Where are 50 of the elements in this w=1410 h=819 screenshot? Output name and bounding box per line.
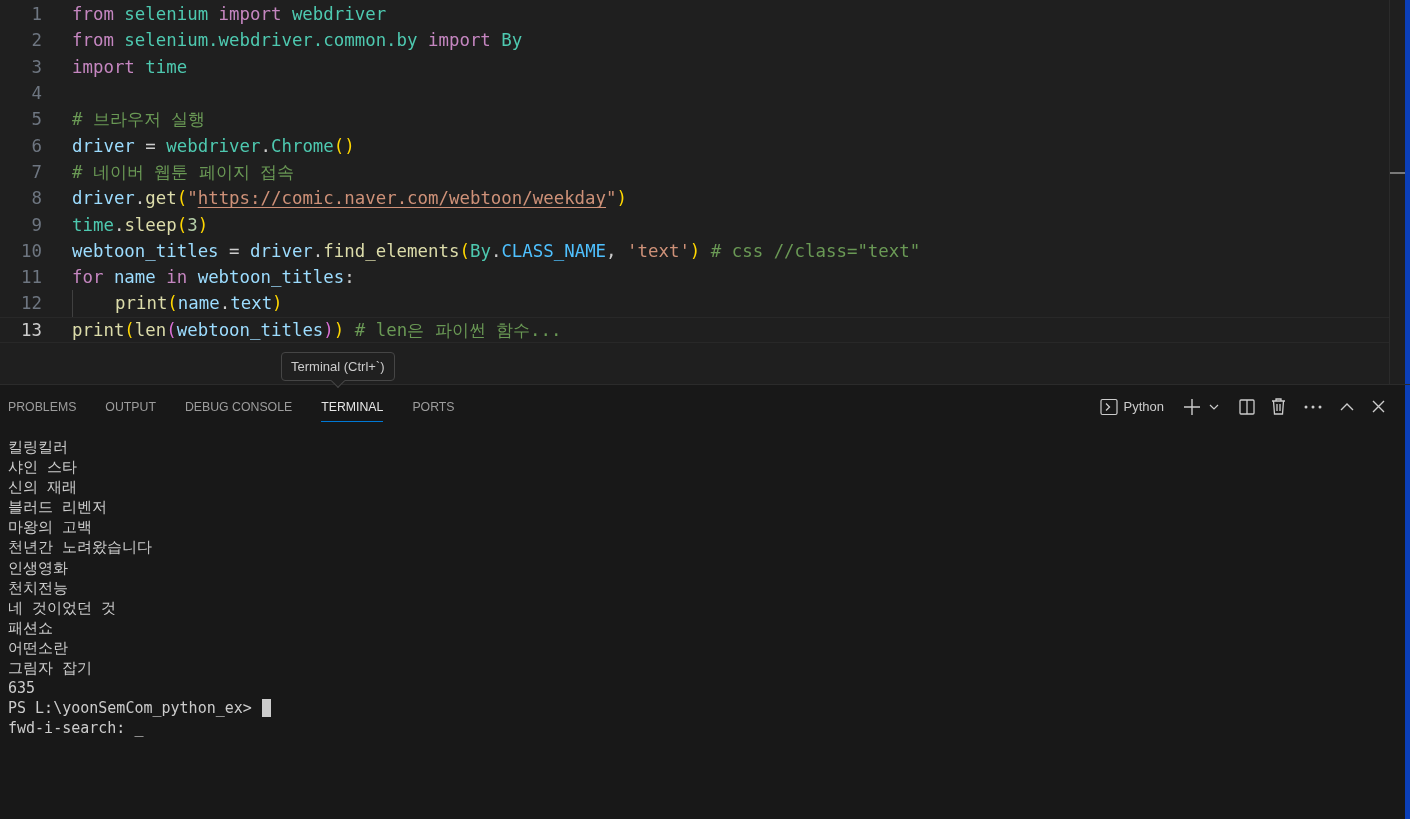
code-line: webtoon_titles = driver.find_elements(By.CLASS_NAME, 'text') # css //class="text" [72, 239, 921, 263]
code-line: # 브라우저 실행 [72, 108, 206, 132]
line-number: 6 [30, 135, 42, 156]
terminal-search-line: fwd-i-search: _ [8, 718, 144, 739]
panel-tab[interactable]: OUTPUT [105, 391, 156, 422]
scroll-marker [1390, 172, 1405, 174]
terminal-output-line: 네 것이었던 것 [8, 597, 117, 618]
text-cursor [261, 699, 271, 718]
line-number: 1 [30, 4, 42, 25]
terminal-output-line: 샤인 스타 [8, 457, 78, 478]
panel-tab[interactable]: PORTS [412, 391, 455, 422]
code-line: from selenium.webdriver.common.by import By [72, 29, 523, 53]
line-number: 8 [30, 188, 42, 209]
code-line: from selenium import webdriver [72, 3, 387, 27]
terminal-icon [1099, 397, 1118, 416]
terminal-output-line: 천년간 노려왔습니다 [8, 537, 153, 558]
panel-tab[interactable]: TERMINAL [321, 391, 384, 422]
code-line: driver.get("https://comic.naver.com/webtoon/weekday") [72, 187, 627, 211]
line-number: 9 [30, 214, 42, 235]
terminal-prompt: PS L:\yoonSemCom_python_ex> [8, 698, 252, 719]
terminal-output-line: 그림자 잡기 [8, 658, 93, 679]
code-line: # 네이버 웹툰 페이지 접속 [72, 160, 295, 184]
panel-tab[interactable]: PROBLEMS [8, 391, 77, 422]
terminal-output-line: 킬링킬러 [8, 437, 68, 458]
terminal-output-line: 인생영화 [8, 557, 68, 578]
line-number: 12 [20, 293, 42, 314]
terminal-profile-button[interactable]: Python [1097, 395, 1166, 418]
code-line: for name in webtoon_titles: [72, 266, 355, 290]
line-number: 7 [30, 161, 42, 182]
code-line: print(len(webtoon_titles)) # len은 파이썬 함수... [72, 318, 562, 342]
code-line: print(name.text) [72, 290, 283, 317]
terminal-output-line: 천치전능 [8, 577, 68, 598]
code-line: time.sleep(3) [72, 213, 209, 237]
line-number: 4 [30, 83, 42, 104]
terminal-output-line: 패션쇼 [8, 617, 53, 638]
code-line: import time [72, 55, 188, 79]
code-line: driver = webdriver.Chrome() [72, 134, 355, 158]
line-number: 5 [30, 109, 42, 130]
terminal-output-line: 마왕의 고백 [8, 517, 93, 538]
line-number: 13 [20, 319, 42, 340]
line-number: 11 [20, 267, 42, 288]
panel-tab[interactable]: DEBUG CONSOLE [184, 391, 293, 422]
tooltip: Terminal (Ctrl+`) [281, 352, 395, 387]
line-number: 3 [30, 56, 42, 77]
terminal-output-line: 신의 재래 [8, 477, 78, 498]
terminal-output-line: 블러드 리벤저 [8, 497, 108, 518]
terminal-output-line: 635 [8, 678, 36, 699]
terminal-output-line: 어떤소란 [8, 637, 68, 659]
line-number: 10 [20, 240, 42, 261]
line-number: 2 [30, 30, 42, 51]
